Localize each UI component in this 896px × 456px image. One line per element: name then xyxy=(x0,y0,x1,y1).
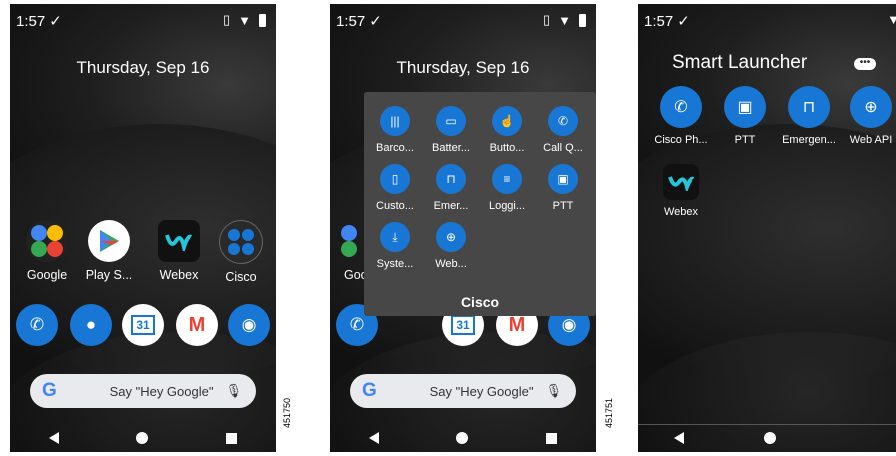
ptt-icon: ▣ xyxy=(724,86,766,128)
status-icons: ▯ ▼ xyxy=(543,12,586,28)
back-icon[interactable] xyxy=(674,432,684,444)
back-icon[interactable] xyxy=(48,432,59,444)
globe-icon: ⊕ xyxy=(436,222,466,252)
folder-item[interactable]: ✆ Call Q... xyxy=(536,106,590,154)
folder-title: Cisco xyxy=(460,294,500,310)
cisco-folder[interactable]: Cisco xyxy=(210,220,272,284)
launcher-item[interactable]: ⊓ Emergen... xyxy=(776,86,842,146)
google-g-icon: G xyxy=(42,380,57,401)
recents-icon[interactable] xyxy=(226,432,238,444)
launcher-item[interactable]: ✆ Cisco Ph... xyxy=(648,86,714,146)
google-folder[interactable]: Google xyxy=(16,220,78,282)
battery-app-icon: ▭ xyxy=(436,106,466,136)
folder-item[interactable]: ≡ Loggi... xyxy=(480,164,534,212)
nav-bar xyxy=(638,424,896,452)
folder-item[interactable]: ▣ PTT xyxy=(536,164,590,212)
figure-id: 451750 xyxy=(282,397,292,428)
home-icon[interactable] xyxy=(136,432,149,444)
app-label: Webex xyxy=(159,268,199,282)
folder-open-panel: 1:57 ✓ ▯ ▼ Thursday, Sep 16 Goc ✆ 31 M ◉ … xyxy=(330,4,596,452)
webex-icon xyxy=(663,164,699,200)
google-folder-partial xyxy=(336,220,364,267)
google-folder-icon xyxy=(26,220,68,262)
play-store-app[interactable]: Play S... xyxy=(78,220,140,282)
wifi-icon: ▼ xyxy=(558,12,571,28)
phone-icon: ✆ xyxy=(660,86,702,128)
folder-item[interactable]: ▯ Custo... xyxy=(368,164,422,212)
webex-icon xyxy=(158,220,200,262)
launcher-item[interactable]: Webex xyxy=(648,164,714,218)
smart-launcher-panel: 1:57 ✓ ▼ Smart Launcher ••• ✆ Cisco Ph... … xyxy=(638,4,896,452)
home-icon[interactable] xyxy=(456,432,469,444)
google-g-icon: G xyxy=(362,380,377,401)
home-icon[interactable] xyxy=(764,432,776,444)
more-options-icon[interactable]: ••• xyxy=(854,58,876,70)
play-store-icon xyxy=(88,220,130,262)
folder-item[interactable]: ▭ Batter... xyxy=(424,106,478,154)
calendar-icon[interactable]: 31 xyxy=(122,304,164,346)
folder-item[interactable]: ⊕ Web... xyxy=(424,222,478,270)
camera-icon[interactable]: ◉ xyxy=(228,304,270,346)
battery-icon xyxy=(579,13,586,27)
home-screen-panel: 1:57 ✓ ▯ ▼ Thursday, Sep 16 Google Play S… xyxy=(10,4,276,452)
customization-icon: ▯ xyxy=(380,164,410,194)
launcher-item[interactable]: ▣ PTT xyxy=(712,86,778,146)
contacts-icon[interactable]: ● xyxy=(70,304,112,346)
google-search-bar[interactable]: G Say "Hey Google" 🎙 xyxy=(30,374,256,408)
nav-bar xyxy=(10,424,276,452)
launcher-item[interactable]: ⊕ Web API xyxy=(838,86,896,146)
folder-item[interactable]: ⊓ Emer... xyxy=(424,164,478,212)
figure-id: 451751 xyxy=(604,397,614,428)
app-label: Cisco xyxy=(225,270,257,284)
mic-icon[interactable]: 🎙 xyxy=(225,383,242,399)
gmail-icon[interactable]: M xyxy=(176,304,218,346)
mic-icon[interactable]: 🎙 xyxy=(545,383,562,399)
lock-icon: ⊓ xyxy=(788,86,830,128)
wifi-icon: ▼ xyxy=(887,12,896,27)
ptt-icon: ▣ xyxy=(548,164,578,194)
search-hint: Say "Hey Google" xyxy=(109,383,214,399)
lock-icon: ⊓ xyxy=(436,164,466,194)
date-widget: Thursday, Sep 16 xyxy=(396,58,530,77)
vibrate-icon: ▯ xyxy=(222,12,231,27)
status-icons: ▼ xyxy=(887,12,896,27)
status-time: 1:57 ✓ xyxy=(644,13,690,30)
cisco-folder-popup: ||| Barco... ▭ Batter... ☝ Butto... ✆ Call Q… xyxy=(364,92,596,316)
phone-icon[interactable]: ✆ xyxy=(16,304,58,346)
wifi-icon: ▼ xyxy=(238,12,251,28)
cisco-folder-icon xyxy=(219,220,263,264)
folder-item[interactable]: ⤓ Syste... xyxy=(368,222,422,270)
nav-bar xyxy=(330,424,596,452)
app-label: Google xyxy=(26,268,68,282)
folder-item[interactable]: ☝ Butto... xyxy=(480,106,534,154)
globe-icon: ⊕ xyxy=(850,86,892,128)
recents-icon[interactable] xyxy=(546,432,558,444)
vibrate-icon: ▯ xyxy=(542,12,551,27)
call-quality-icon: ✆ xyxy=(548,106,578,136)
logging-icon: ≡ xyxy=(492,164,522,194)
date-widget: Thursday, Sep 16 xyxy=(76,58,210,77)
download-icon: ⤓ xyxy=(380,222,410,252)
google-search-bar[interactable]: G Say "Hey Google" 🎙 xyxy=(350,374,576,408)
folder-item[interactable]: ||| Barco... xyxy=(368,106,422,154)
back-icon[interactable] xyxy=(368,432,379,444)
status-time: 1:57 ✓ xyxy=(16,13,62,30)
battery-icon xyxy=(259,13,266,27)
launcher-title: Smart Launcher xyxy=(672,52,808,73)
status-icons: ▯ ▼ xyxy=(223,12,266,28)
search-hint: Say "Hey Google" xyxy=(429,383,534,399)
status-time: 1:57 ✓ xyxy=(336,13,382,30)
webex-app[interactable]: Webex xyxy=(148,220,210,282)
app-label: Play S... xyxy=(85,268,133,282)
button-icon: ☝ xyxy=(492,106,522,136)
barcode-icon: ||| xyxy=(380,106,410,136)
